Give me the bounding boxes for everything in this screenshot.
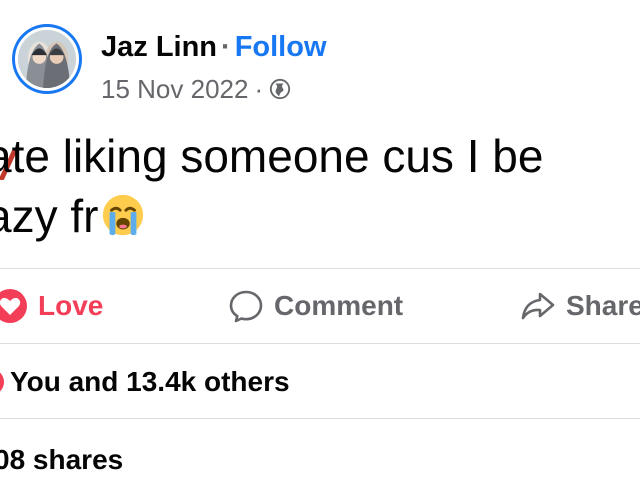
share-label: Share — [566, 290, 640, 321]
post-date[interactable]: 15 Nov 2022 — [101, 72, 248, 106]
avatar-photo — [15, 27, 79, 91]
love-label: Love — [38, 290, 104, 321]
post-text-line-2: azy fr — [0, 186, 640, 246]
shares-count[interactable]: 08 shares — [0, 440, 123, 479]
post-meta: 15 Nov 2022 · — [101, 72, 291, 106]
divider-bottom — [0, 418, 640, 419]
avatar-image — [18, 30, 76, 88]
comment-button[interactable]: Comment — [228, 282, 403, 330]
divider-top — [0, 268, 640, 269]
follow-button[interactable]: Follow — [235, 31, 327, 63]
author-name[interactable]: Jaz Linn — [101, 31, 217, 63]
divider-middle — [0, 343, 640, 344]
post-text-line-1: ate liking someone cus I be — [0, 130, 544, 182]
globe-icon — [270, 78, 291, 100]
reactions-text: You and 13.4k others — [10, 366, 290, 397]
share-button[interactable]: Share — [520, 282, 640, 330]
love-button[interactable]: Love — [0, 282, 103, 330]
meta-separator: · — [254, 74, 264, 104]
love-reaction-badge-icon — [0, 369, 4, 395]
comment-icon — [229, 290, 263, 323]
comment-label: Comment — [274, 290, 404, 321]
reactions-summary[interactable]: You and 13.4k others — [0, 362, 290, 402]
post-card: Jaz Linn · Follow 15 Nov 2022 · ate liking… — [0, 0, 640, 479]
name-separator: · — [221, 31, 231, 63]
post-text: ate liking someone cus I be azy fr — [0, 126, 640, 246]
love-reaction-icon — [0, 289, 27, 323]
loudly-crying-face-icon — [103, 194, 144, 236]
share-icon — [521, 292, 555, 320]
avatar[interactable] — [12, 24, 82, 94]
author-row: Jaz Linn · Follow — [101, 28, 327, 66]
post-text-line-2-text: azy fr — [0, 190, 99, 242]
